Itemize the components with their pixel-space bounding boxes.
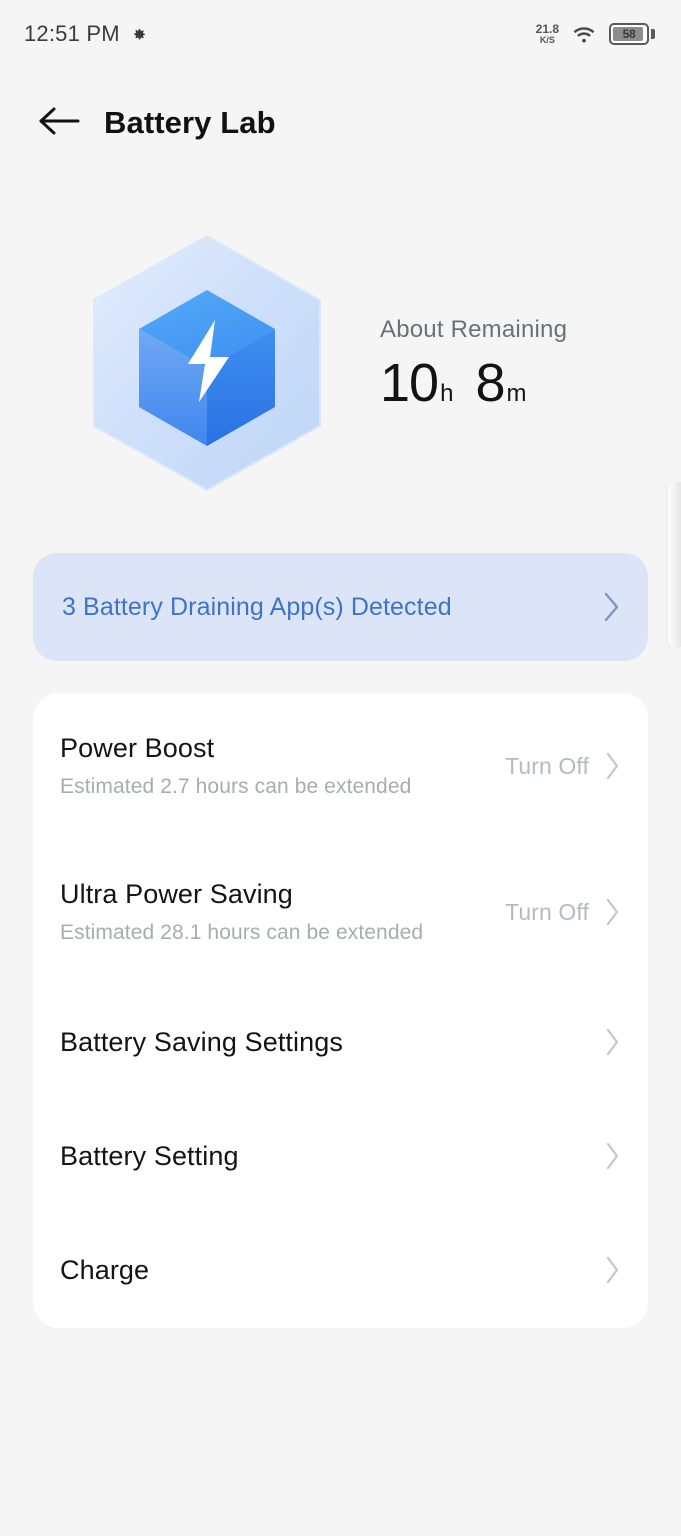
battery-level-label: 58 — [622, 27, 636, 41]
settings-card: Power Boost Estimated 2.7 hours can be e… — [33, 693, 648, 1328]
chevron-right-icon — [603, 1027, 622, 1057]
chevron-right-icon — [603, 1255, 622, 1285]
network-speed-value: 21.8 — [535, 22, 559, 36]
battery-icon: 58 — [609, 23, 655, 45]
list-item-battery-setting[interactable]: Battery Setting — [33, 1099, 648, 1213]
network-speed-indicator: 21.8 K/S — [536, 23, 559, 45]
arrow-left-icon — [38, 105, 80, 142]
list-item-text: Charge — [60, 1255, 149, 1286]
page-title: Battery Lab — [104, 105, 276, 140]
wifi-icon — [572, 24, 596, 44]
battery-cube-icon — [82, 232, 332, 494]
status-bar: 12:51 PM 21.8 K/S 58 — [0, 0, 681, 68]
chevron-right-icon — [600, 590, 622, 624]
battery-lab-screen: 12:51 PM 21.8 K/S 58 Battery Lab About R… — [0, 0, 681, 1536]
chevron-right-icon — [603, 897, 622, 927]
list-item-battery-saving-settings[interactable]: Battery Saving Settings — [33, 985, 648, 1099]
list-item-subtitle: Estimated 2.7 hours can be extended — [60, 775, 412, 798]
gear-icon — [130, 26, 147, 43]
remaining-hours-value: 10 — [380, 353, 439, 413]
list-item-ultra-power-saving[interactable]: Ultra Power Saving Estimated 28.1 hours … — [33, 839, 648, 985]
status-bar-clock: 12:51 PM — [24, 21, 120, 46]
list-item-action-label[interactable]: Turn Off — [505, 753, 589, 780]
status-bar-left: 12:51 PM — [24, 21, 147, 47]
remaining-minutes-value: 8 — [475, 353, 505, 413]
list-item-title: Power Boost — [60, 733, 215, 763]
list-item-title: Ultra Power Saving — [60, 879, 293, 909]
remaining-minutes-unit: m — [506, 380, 527, 407]
battery-draining-apps-banner[interactable]: 3 Battery Draining App(s) Detected — [33, 553, 648, 661]
remaining-label: About Remaining — [380, 316, 568, 343]
status-bar-right: 21.8 K/S 58 — [536, 23, 655, 45]
list-item-right: Turn Off — [505, 897, 622, 927]
scrollbar[interactable] — [668, 482, 681, 647]
list-item-title: Battery Saving Settings — [60, 1026, 343, 1057]
chevron-right-icon — [603, 751, 622, 781]
list-item-text: Battery Saving Settings — [60, 1027, 343, 1058]
list-item-right — [603, 1027, 622, 1057]
list-item-power-boost[interactable]: Power Boost Estimated 2.7 hours can be e… — [33, 693, 648, 839]
list-item-right: Turn Off — [505, 751, 622, 781]
list-item-right — [603, 1255, 622, 1285]
list-item-action-label[interactable]: Turn Off — [505, 899, 589, 926]
list-item-text: Battery Setting — [60, 1141, 239, 1172]
list-item-charge[interactable]: Charge — [33, 1213, 648, 1327]
back-button[interactable] — [26, 90, 92, 156]
remaining-hours-unit: h — [440, 380, 454, 407]
chevron-right-icon — [603, 1141, 622, 1171]
battery-remaining-text: About Remaining 10 h 8 m — [380, 316, 567, 410]
page-header: Battery Lab — [0, 90, 681, 156]
list-item-subtitle: Estimated 28.1 hours can be extended — [60, 921, 424, 944]
list-item-title: Battery Setting — [60, 1140, 239, 1171]
list-item-right — [603, 1141, 622, 1171]
battery-summary-section: About Remaining 10 h 8 m — [0, 228, 681, 498]
list-item-text: Ultra Power Saving Estimated 28.1 hours … — [60, 879, 423, 945]
network-speed-unit: K/S — [539, 35, 555, 45]
list-item-text: Power Boost Estimated 2.7 hours can be e… — [60, 733, 411, 799]
battery-draining-apps-label: 3 Battery Draining App(s) Detected — [62, 592, 452, 621]
list-item-title: Charge — [60, 1254, 150, 1285]
remaining-time: 10 h 8 m — [380, 356, 567, 410]
